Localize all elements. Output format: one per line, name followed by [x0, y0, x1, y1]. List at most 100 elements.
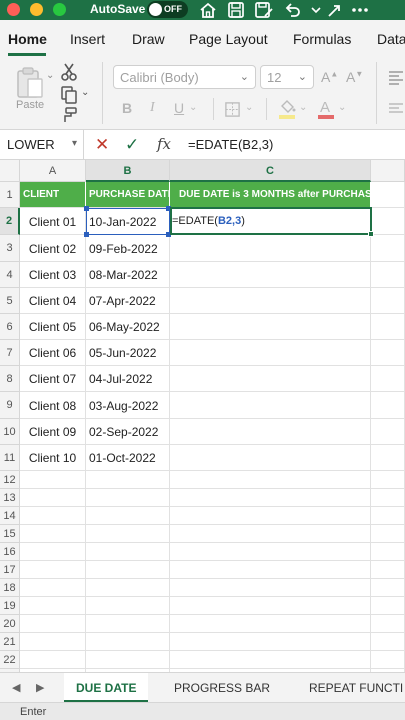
undo-dropdown-icon[interactable] — [306, 1, 326, 19]
enter-formula-icon[interactable]: ✓ — [125, 135, 139, 155]
grid-cell[interactable] — [170, 288, 371, 314]
grid-cell[interactable] — [371, 288, 405, 314]
client-cell[interactable]: Client 04 — [20, 288, 86, 314]
reference-resize-handle[interactable] — [84, 232, 89, 237]
purchase-date-cell[interactable]: 02-Sep-2022 — [86, 419, 170, 445]
reference-resize-handle[interactable] — [84, 206, 89, 211]
fullscreen-window-button[interactable] — [53, 3, 66, 16]
grid-cell[interactable] — [170, 489, 371, 507]
grid-cell[interactable] — [170, 597, 371, 615]
column-header-b[interactable]: B — [86, 160, 170, 182]
row-header[interactable]: 10 — [0, 419, 20, 445]
row-header[interactable]: 13 — [0, 489, 20, 507]
row-header[interactable]: 15 — [0, 525, 20, 543]
grid-cell[interactable] — [170, 633, 371, 651]
minimize-window-button[interactable] — [30, 3, 43, 16]
tab-data[interactable]: Data — [377, 31, 405, 47]
row-header[interactable]: 20 — [0, 615, 20, 633]
purchase-date-cell[interactable]: 06-May-2022 — [86, 314, 170, 340]
grid-cell[interactable] — [170, 651, 371, 669]
redo-icon[interactable] — [325, 1, 345, 19]
grid-cell[interactable] — [86, 471, 170, 489]
bold-button[interactable]: B — [122, 100, 132, 116]
client-cell[interactable]: Client 09 — [20, 419, 86, 445]
row-header[interactable]: 9 — [0, 392, 20, 419]
grid-cell[interactable] — [20, 633, 86, 651]
header-cell[interactable]: CLIENT — [20, 182, 86, 208]
grid-cell[interactable] — [86, 489, 170, 507]
grid-cell[interactable] — [170, 314, 371, 340]
paste-dropdown-icon[interactable]: ⌄ — [46, 70, 54, 81]
purchase-date-cell[interactable]: 08-Mar-2022 — [86, 262, 170, 288]
grid-cell[interactable] — [371, 392, 405, 419]
align-bottom-icon[interactable] — [387, 100, 405, 123]
grid-cell[interactable] — [371, 419, 405, 445]
row-header[interactable]: 22 — [0, 651, 20, 669]
client-cell[interactable]: Client 01 — [20, 208, 86, 235]
grid-cell[interactable] — [170, 392, 371, 419]
grid-cell[interactable] — [371, 489, 405, 507]
grid-cell[interactable] — [20, 615, 86, 633]
row-header[interactable]: 11 — [0, 445, 20, 471]
grid-cell[interactable] — [371, 208, 405, 235]
row-header[interactable]: 2 — [0, 208, 20, 235]
grid-cell[interactable] — [20, 525, 86, 543]
grid-cell[interactable] — [371, 561, 405, 579]
sheet-tab-repeat-function[interactable]: REPEAT FUNCTI — [309, 681, 403, 695]
purchase-date-cell[interactable]: 05-Jun-2022 — [86, 340, 170, 366]
grid-cell[interactable] — [371, 235, 405, 262]
select-all-corner[interactable] — [0, 160, 20, 182]
grid-cell[interactable] — [170, 471, 371, 489]
font-color-dropdown-icon[interactable]: ⌄ — [338, 102, 346, 113]
grid-cell[interactable] — [86, 633, 170, 651]
client-cell[interactable]: Client 03 — [20, 262, 86, 288]
name-box[interactable]: LOWER ▾ — [0, 130, 84, 159]
save-icon[interactable] — [226, 1, 246, 19]
align-icon[interactable] — [387, 68, 405, 91]
row-header[interactable]: 5 — [0, 288, 20, 314]
grid-cell[interactable] — [371, 651, 405, 669]
grid-cell[interactable] — [20, 651, 86, 669]
grid-cell[interactable] — [20, 579, 86, 597]
tab-formulas[interactable]: Formulas — [293, 31, 351, 47]
borders-dropdown-icon[interactable]: ⌄ — [245, 102, 253, 113]
grid-cell[interactable] — [170, 340, 371, 366]
grid-cell[interactable] — [20, 489, 86, 507]
column-header-d[interactable] — [371, 160, 405, 182]
autosave-toggle[interactable]: OFF — [147, 1, 188, 18]
grid-cell[interactable] — [170, 419, 371, 445]
cut-icon[interactable] — [60, 62, 78, 87]
row-header[interactable]: 14 — [0, 507, 20, 525]
font-name-select[interactable]: Calibri (Body) ⌄ — [113, 65, 256, 89]
purchase-date-cell[interactable]: 04-Jul-2022 — [86, 366, 170, 392]
borders-icon[interactable] — [224, 101, 241, 123]
grid-cell[interactable] — [86, 597, 170, 615]
row-header[interactable]: 3 — [0, 235, 20, 262]
tab-draw[interactable]: Draw — [132, 31, 165, 47]
copy-dropdown-icon[interactable]: ⌄ — [81, 87, 89, 98]
row-header[interactable]: 18 — [0, 579, 20, 597]
column-header-a[interactable]: A — [20, 160, 86, 182]
row-header[interactable]: 12 — [0, 471, 20, 489]
tab-insert[interactable]: Insert — [70, 31, 105, 47]
grid-cell[interactable] — [371, 314, 405, 340]
grid-cell[interactable] — [86, 651, 170, 669]
row-header[interactable]: 17 — [0, 561, 20, 579]
row-header[interactable]: 4 — [0, 262, 20, 288]
grid-cell[interactable] — [371, 597, 405, 615]
purchase-date-cell[interactable]: 09-Feb-2022 — [86, 235, 170, 262]
client-cell[interactable]: Client 08 — [20, 392, 86, 419]
increase-font-size-icon[interactable]: A▲ — [321, 69, 338, 85]
grid-cell[interactable] — [371, 633, 405, 651]
italic-button[interactable]: I — [150, 100, 155, 116]
client-cell[interactable]: Client 07 — [20, 366, 86, 392]
purchase-date-cell[interactable]: 03-Aug-2022 — [86, 392, 170, 419]
purchase-date-cell[interactable]: 07-Apr-2022 — [86, 288, 170, 314]
grid-cell[interactable] — [86, 579, 170, 597]
next-sheet-icon[interactable]: ▶ — [36, 681, 44, 694]
row-header[interactable]: 21 — [0, 633, 20, 651]
column-header-c[interactable]: C — [170, 160, 371, 182]
grid-cell[interactable] — [371, 445, 405, 471]
grid-cell[interactable] — [86, 507, 170, 525]
grid-cell[interactable] — [170, 445, 371, 471]
